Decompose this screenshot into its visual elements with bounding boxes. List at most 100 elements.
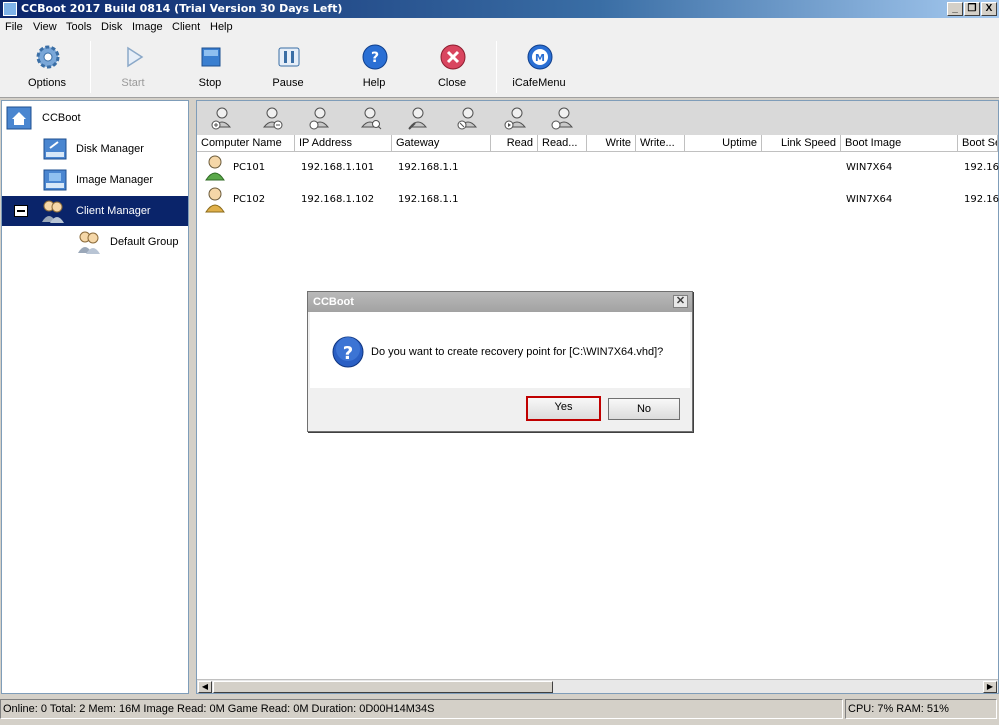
play-icon bbox=[127, 46, 144, 68]
shutdown-client-icon[interactable] bbox=[549, 105, 575, 131]
menu-view[interactable]: View bbox=[33, 21, 57, 33]
app-icon bbox=[3, 2, 17, 16]
icafemenu-label: iCafeMenu bbox=[512, 77, 566, 89]
close-button[interactable]: Close bbox=[415, 39, 489, 95]
no-button[interactable]: No bbox=[608, 398, 680, 420]
column-read-rate[interactable]: Read... bbox=[538, 135, 587, 151]
column-gateway[interactable]: Gateway bbox=[392, 135, 491, 151]
disable-client-icon[interactable] bbox=[455, 105, 481, 131]
options-button[interactable]: Options bbox=[10, 39, 84, 95]
start-button[interactable]: Start bbox=[96, 39, 170, 95]
toolbar-separator bbox=[90, 41, 91, 93]
menu-help[interactable]: Help bbox=[210, 21, 233, 33]
scroll-right-icon[interactable]: ▶ bbox=[983, 681, 997, 693]
dialog-title-bar: CCBoot ✕ bbox=[308, 292, 692, 312]
client-toolbar bbox=[197, 101, 998, 135]
cell-boot-image: WIN7X64 bbox=[846, 162, 893, 173]
cell-ip-address: 192.168.1.102 bbox=[301, 194, 375, 205]
cell-ip-address: 192.168.1.101 bbox=[301, 162, 375, 173]
options-label: Options bbox=[28, 77, 66, 89]
pause-label: Pause bbox=[272, 77, 304, 89]
horizontal-scrollbar[interactable]: ◀ ▶ bbox=[197, 679, 998, 693]
help-icon: ? bbox=[362, 44, 388, 70]
client-properties-icon[interactable] bbox=[307, 105, 333, 131]
menu-tools[interactable]: Tools bbox=[66, 21, 92, 33]
dialog-close-icon[interactable]: ✕ bbox=[673, 295, 688, 308]
restore-button[interactable]: ❐ bbox=[964, 2, 980, 16]
stop-icon bbox=[201, 47, 221, 67]
stop-button[interactable]: Stop bbox=[173, 39, 247, 95]
help-label: Help bbox=[362, 77, 386, 89]
edit-client-icon[interactable] bbox=[405, 105, 431, 131]
help-button[interactable]: ? Help bbox=[337, 39, 411, 95]
nav-label-ccboot: CCBoot bbox=[42, 112, 81, 124]
column-boot-image[interactable]: Boot Image bbox=[841, 135, 958, 151]
question-icon: ? bbox=[332, 336, 364, 368]
column-uptime[interactable]: Uptime bbox=[685, 135, 762, 151]
home-icon bbox=[6, 106, 32, 130]
client-online-icon bbox=[205, 155, 225, 181]
menu-disk[interactable]: Disk bbox=[101, 21, 122, 33]
remove-client-icon[interactable] bbox=[259, 105, 285, 131]
search-client-icon[interactable] bbox=[357, 105, 383, 131]
pause-icon bbox=[278, 47, 300, 67]
nav-label-client-manager: Client Manager bbox=[76, 205, 151, 217]
close-label: Close bbox=[437, 77, 467, 89]
column-link-speed[interactable]: Link Speed bbox=[762, 135, 841, 151]
column-read[interactable]: Read bbox=[491, 135, 538, 151]
nav-label-disk-manager: Disk Manager bbox=[76, 143, 144, 155]
start-label: Start bbox=[121, 77, 145, 89]
close-window-button[interactable]: X bbox=[981, 2, 997, 16]
toolbar-separator bbox=[496, 41, 497, 93]
column-write[interactable]: Write bbox=[587, 135, 636, 151]
boot-client-icon[interactable] bbox=[502, 105, 528, 131]
image-disk-icon bbox=[43, 169, 67, 191]
menu-bar: File View Tools Disk Image Client Help bbox=[0, 18, 999, 37]
icafemenu-button[interactable]: M iCafeMenu bbox=[502, 39, 576, 95]
collapse-toggle[interactable] bbox=[14, 205, 28, 217]
status-resources: CPU: 7% RAM: 51% bbox=[845, 699, 997, 719]
dialog-body: ? Do you want to create recovery point f… bbox=[310, 312, 690, 388]
table-header: Computer Name IP Address Gateway Read Re… bbox=[197, 135, 998, 152]
nav-item-ccboot[interactable]: CCBoot bbox=[2, 103, 188, 133]
cell-computer-name: PC101 bbox=[233, 162, 266, 173]
svg-text:?: ? bbox=[343, 343, 353, 364]
window-title: CCBoot 2017 Build 0814 (Trial Version 30… bbox=[21, 2, 343, 15]
pause-button[interactable]: Pause bbox=[251, 39, 325, 95]
icafemenu-icon: M bbox=[527, 44, 553, 70]
nav-item-default-group[interactable]: Default Group bbox=[2, 227, 188, 257]
menu-client[interactable]: Client bbox=[172, 21, 200, 33]
navigation-tree: CCBoot Disk Manager Image Manager Client… bbox=[1, 100, 189, 694]
confirm-dialog: CCBoot ✕ ? Do you want to create recover… bbox=[307, 291, 693, 432]
minimize-button[interactable]: _ bbox=[947, 2, 963, 16]
nav-label-default-group: Default Group bbox=[110, 236, 179, 248]
cell-boot-server: 192.16 bbox=[964, 194, 999, 205]
gear-icon bbox=[36, 45, 60, 69]
main-toolbar: Options Start Stop Pause ? Help Close M … bbox=[0, 37, 999, 98]
table-row[interactable]: PC101 192.168.1.101 192.168.1.1 WIN7X64 … bbox=[197, 152, 999, 184]
column-boot-server[interactable]: Boot Se bbox=[958, 135, 998, 151]
scroll-thumb[interactable] bbox=[213, 681, 553, 693]
cell-gateway: 192.168.1.1 bbox=[398, 194, 459, 205]
add-client-icon[interactable] bbox=[209, 105, 235, 131]
scroll-left-icon[interactable]: ◀ bbox=[198, 681, 212, 693]
title-bar: CCBoot 2017 Build 0814 (Trial Version 30… bbox=[0, 0, 999, 18]
column-ip-address[interactable]: IP Address bbox=[295, 135, 392, 151]
nav-item-disk-manager[interactable]: Disk Manager bbox=[2, 134, 188, 164]
column-computer-name[interactable]: Computer Name bbox=[197, 135, 295, 151]
nav-item-image-manager[interactable]: Image Manager bbox=[2, 165, 188, 195]
cell-gateway: 192.168.1.1 bbox=[398, 162, 459, 173]
menu-file[interactable]: File bbox=[5, 21, 23, 33]
client-offline-icon bbox=[205, 187, 225, 213]
close-circle-icon bbox=[440, 44, 466, 70]
table-row[interactable]: PC102 192.168.1.102 192.168.1.1 WIN7X64 … bbox=[197, 184, 999, 216]
yes-button[interactable]: Yes bbox=[526, 396, 601, 421]
dialog-message: Do you want to create recovery point for… bbox=[371, 346, 664, 358]
nav-label-image-manager: Image Manager bbox=[76, 174, 154, 186]
column-write-rate[interactable]: Write... bbox=[636, 135, 685, 151]
disk-icon bbox=[43, 138, 67, 160]
cell-boot-image: WIN7X64 bbox=[846, 194, 893, 205]
menu-image[interactable]: Image bbox=[132, 21, 163, 33]
nav-item-client-manager[interactable]: Client Manager bbox=[2, 196, 188, 226]
cell-boot-server: 192.16 bbox=[964, 162, 999, 173]
